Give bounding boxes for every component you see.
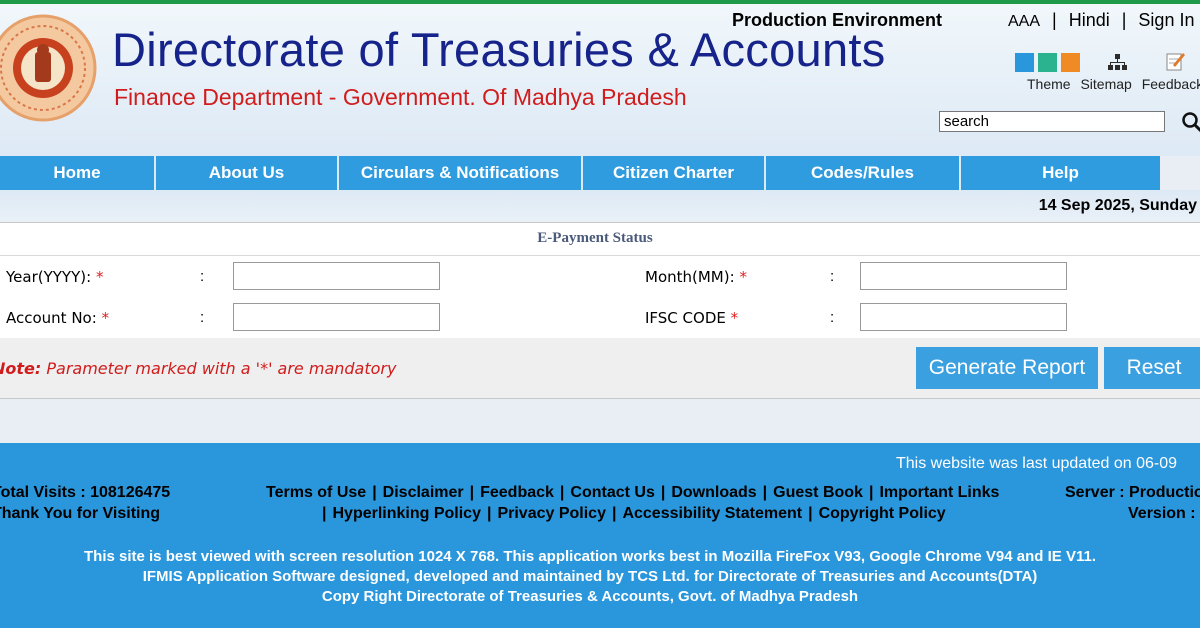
header-icon-labels: Theme Sitemap Feedback <box>1027 76 1200 92</box>
footer-link-contact[interactable]: Contact Us <box>570 484 654 501</box>
year-label: Year(YYYY): * <box>6 268 103 286</box>
form-title: E-Payment Status <box>537 230 653 246</box>
footer-developer-note: IFMIS Application Software designed, dev… <box>142 568 1038 585</box>
account-label: Account No: * <box>6 309 109 327</box>
hindi-language-link[interactable]: Hindi <box>1069 10 1110 31</box>
theme-swatch-orange[interactable] <box>1061 53 1080 72</box>
reset-button[interactable]: Reset <box>1104 347 1200 389</box>
footer-link-guest-book[interactable]: Guest Book <box>773 484 863 501</box>
month-input[interactable] <box>860 262 1067 290</box>
top-links: AAA | Hindi | Sign In <box>1008 10 1194 31</box>
colon: : <box>830 268 835 285</box>
ifsc-code-input[interactable] <box>860 303 1067 331</box>
month-label-text: Month(MM): <box>645 268 735 286</box>
total-visits: Total Visits : 108126475 <box>0 484 171 501</box>
colon: : <box>200 309 205 326</box>
footer-browser-note: This site is best viewed with screen res… <box>84 548 1096 565</box>
link-separator: | <box>611 505 617 522</box>
link-separator: | <box>808 505 813 522</box>
site-subtitle: Finance Department - Government. Of Madh… <box>114 84 687 110</box>
search-icon[interactable] <box>1181 111 1200 133</box>
year-input[interactable] <box>233 262 440 290</box>
version-info: Version : 1 <box>1128 505 1200 522</box>
footer-copyright: Copy Right Directorate of Treasuries & A… <box>321 588 859 605</box>
link-separator: | <box>660 484 666 501</box>
generate-report-button[interactable]: Generate Report <box>916 347 1098 389</box>
nav-citizen-charter[interactable]: Citizen Charter <box>583 156 766 190</box>
state-emblem-logo <box>0 14 97 122</box>
colon: : <box>830 309 835 326</box>
theme-swatch-green[interactable] <box>1038 53 1057 72</box>
required-marker: * <box>730 309 739 327</box>
required-marker: * <box>739 268 747 286</box>
ifsc-label-text: IFSC CODE <box>645 309 726 327</box>
month-label: Month(MM): * <box>645 268 747 286</box>
link-separator: | <box>372 484 377 501</box>
last-updated-text: This website was last updated on 06-09 <box>896 455 1178 472</box>
link-separator: | <box>762 484 768 501</box>
note-prefix: Note: <box>0 359 42 378</box>
font-size-control[interactable]: AAA <box>1008 13 1040 31</box>
link-separator: | <box>469 484 475 501</box>
nav-about-us[interactable]: About Us <box>156 156 339 190</box>
required-marker: * <box>95 268 104 286</box>
thank-you-text: Thank You for Visiting <box>0 505 161 522</box>
required-marker: * <box>101 309 110 327</box>
environment-label: Production Environment <box>732 10 943 30</box>
colon: : <box>200 268 205 285</box>
footer-link-accessibility[interactable]: Accessibility Statement <box>622 505 802 522</box>
link-separator: | <box>868 484 874 501</box>
sign-in-link[interactable]: Sign In <box>1138 10 1194 31</box>
separator: | <box>1052 10 1057 30</box>
account-number-input[interactable] <box>233 303 440 331</box>
nav-home[interactable]: Home <box>0 156 156 190</box>
theme-label[interactable]: Theme <box>1027 76 1071 92</box>
footer-link-terms[interactable]: Terms of Use <box>266 484 366 501</box>
footer-link-copyright[interactable]: Copyright Policy <box>819 505 946 522</box>
ifsc-label: IFSC CODE * <box>645 309 738 327</box>
link-separator: | <box>322 505 327 522</box>
main-navigation: Home About Us Circulars & Notifications … <box>0 156 1160 190</box>
footer-link-downloads[interactable]: Downloads <box>671 484 756 501</box>
nav-codes-rules[interactable]: Codes/Rules <box>766 156 961 190</box>
search-input[interactable] <box>939 111 1165 132</box>
theme-palette-icon[interactable] <box>1015 53 1081 73</box>
footer-link-feedback[interactable]: Feedback <box>480 484 554 501</box>
nav-help[interactable]: Help <box>961 156 1160 190</box>
footer-link-hyperlinking[interactable]: Hyperlinking Policy <box>332 505 480 522</box>
footer-links-row2: | Hyperlinking Policy | Privacy Policy | Acce… <box>316 505 946 523</box>
separator: | <box>1121 10 1127 30</box>
divider <box>0 255 1200 256</box>
year-label-text: Year(YYYY): <box>6 268 92 286</box>
server-info: Server : Production <box>1065 484 1200 501</box>
footer-link-privacy[interactable]: Privacy Policy <box>497 505 606 522</box>
account-label-text: Account No: <box>6 309 97 327</box>
footer-link-important[interactable]: Important Links <box>879 484 999 501</box>
mandatory-note: Note: Parameter marked with a '*' are ma… <box>0 359 396 378</box>
link-separator: | <box>559 484 565 501</box>
current-date: 14 Sep 2025, Sunday <box>1038 197 1197 214</box>
sitemap-icon[interactable] <box>1107 52 1127 72</box>
nav-circulars-notifications[interactable]: Circulars & Notifications <box>339 156 583 190</box>
footer-links-row1: Terms of Use | Disclaimer | Feedback | Contact… <box>266 484 999 502</box>
theme-swatch-blue[interactable] <box>1015 53 1034 72</box>
sitemap-label[interactable]: Sitemap <box>1080 76 1131 92</box>
feedback-icon[interactable] <box>1164 50 1186 72</box>
feedback-label[interactable]: Feedback <box>1142 76 1200 92</box>
note-text: Parameter marked with a '*' are mandator… <box>46 359 397 378</box>
link-separator: | <box>486 505 492 522</box>
footer-link-disclaimer[interactable]: Disclaimer <box>383 484 464 501</box>
date-bar <box>0 190 1200 222</box>
